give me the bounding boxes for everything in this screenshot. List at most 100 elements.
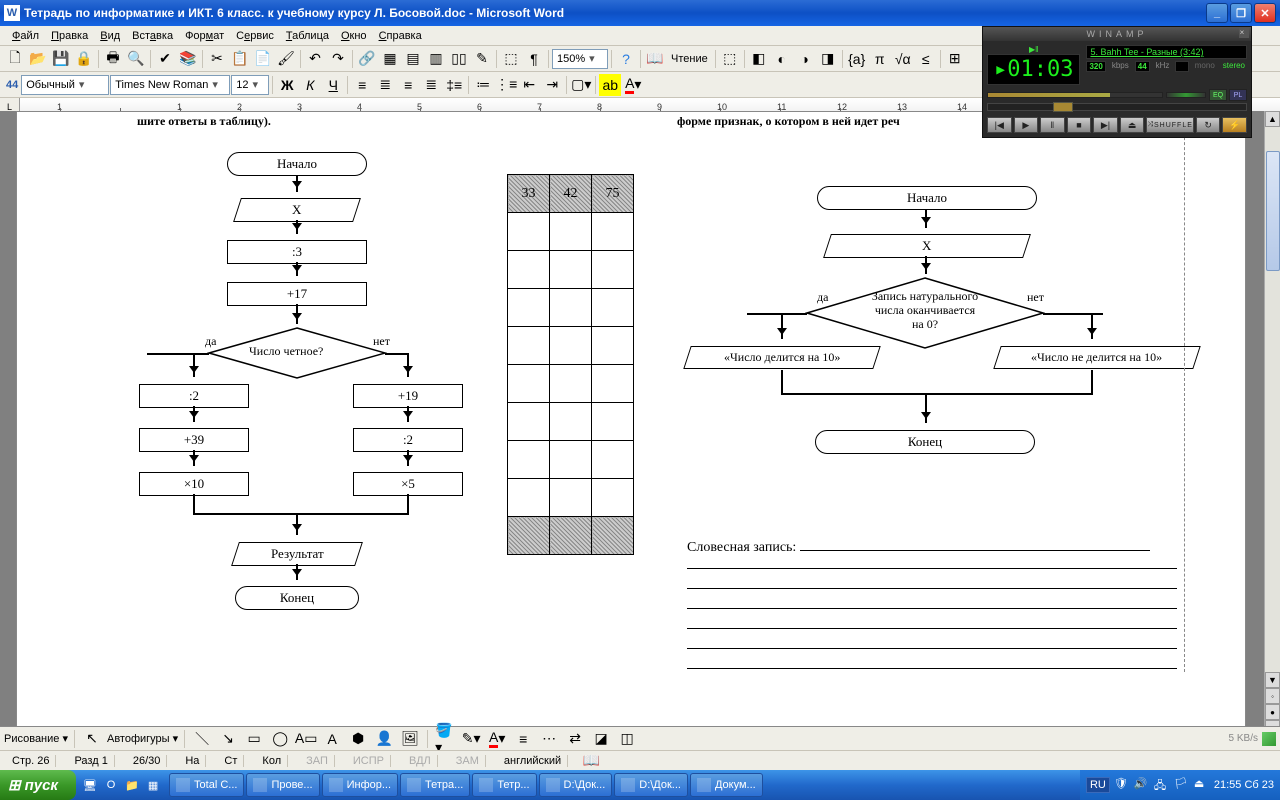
copy-icon[interactable]: 📋 [229,48,251,70]
prev-page-icon[interactable]: ◦ [1265,688,1280,704]
hyperlink-icon[interactable]: 🔗 [356,48,378,70]
line-style-icon[interactable]: ≡ [512,728,534,750]
spellcheck-icon[interactable]: ✔ [154,48,176,70]
formula5-icon[interactable]: ⊞ [944,48,966,70]
math2-icon[interactable]: ◐ [771,48,793,70]
align-center-icon[interactable]: ≣ [374,74,396,96]
tray-shield-icon[interactable]: 🛡 [1114,777,1130,793]
formula2-icon[interactable]: π [869,48,891,70]
winamp-repeat-icon[interactable]: ↻ [1196,117,1221,133]
italic-icon[interactable]: К [299,74,321,96]
columns-icon[interactable]: ▯▯ [448,48,470,70]
extra1-icon[interactable]: ⬚ [719,48,741,70]
start-button[interactable]: ⊞пуск [0,770,76,800]
permissions-icon[interactable]: 🔒 [73,48,95,70]
math1-icon[interactable]: ◧ [748,48,770,70]
ql-desktop-icon[interactable]: 🖥 [80,774,100,796]
document-page[interactable]: шите ответы в таблицу). форме признак, о… [16,111,1246,748]
tray-clock[interactable]: 21:55 Сб 23 [1214,779,1274,791]
task-item[interactable]: Тетра... [400,773,470,797]
reading-icon[interactable]: 📖 [644,48,666,70]
redo-icon[interactable]: ↷ [327,48,349,70]
browse-object-icon[interactable]: ● [1265,704,1280,720]
fill-color-icon[interactable]: 🪣▾ [434,728,456,750]
winamp-progress[interactable] [987,103,1247,111]
menu-file[interactable]: Файл [6,28,45,44]
outdent-icon[interactable]: ⇤ [518,74,540,96]
research-icon[interactable]: 📚 [177,48,199,70]
drawing-icon[interactable]: ✎ [471,48,493,70]
menu-window[interactable]: Окно [335,28,373,44]
winamp-pl-button[interactable]: PL [1229,89,1247,101]
menu-help[interactable]: Справка [373,28,428,44]
task-item[interactable]: Прове... [246,773,319,797]
docmap-icon[interactable]: ⬚ [500,48,522,70]
math3-icon[interactable]: ◑ [794,48,816,70]
tray-flag-icon[interactable]: 🏳 [1174,777,1190,793]
formula4-icon[interactable]: ≤ [915,48,937,70]
task-item[interactable]: D:\Док... [539,773,613,797]
numbering-icon[interactable]: ≔ [472,74,494,96]
wordart-icon[interactable]: A [321,728,343,750]
maximize-button[interactable]: ❐ [1230,3,1252,23]
menu-service[interactable]: Сервис [230,28,280,44]
winamp-stop-icon[interactable]: ■ [1067,117,1092,133]
bullets-icon[interactable]: ⋮≡ [495,74,517,96]
font-combo[interactable]: Times New Roman▾ [110,75,230,95]
winamp-track[interactable]: 5. Bahh Tee - Разные (3:42) [1086,45,1247,59]
align-justify-icon[interactable]: ≣ [420,74,442,96]
new-doc-icon[interactable]: 🗋 [4,48,26,70]
winamp-prev-icon[interactable]: |◀ [987,117,1012,133]
task-item[interactable]: Тетр... [472,773,536,797]
rect-icon[interactable]: ▭ [243,728,265,750]
align-right-icon[interactable]: ≡ [397,74,419,96]
cut-icon[interactable]: ✂ [206,48,228,70]
textbox-icon[interactable]: A▭ [295,728,317,750]
task-item[interactable]: Total C... [169,773,244,797]
menu-format[interactable]: Формат [179,28,230,44]
ql-folder-icon[interactable]: 📁 [122,774,142,796]
tray-usb-icon[interactable]: ⏏ [1194,777,1210,793]
ql-app-icon[interactable]: ▦ [143,774,163,796]
math4-icon[interactable]: ◨ [817,48,839,70]
autoshapes-menu[interactable]: Автофигуры ▾ [107,732,178,745]
preview-icon[interactable]: 🔍 [125,48,147,70]
winamp-titlebar[interactable]: WINAMP× [983,27,1251,41]
print-icon[interactable]: 🖶 [102,48,124,70]
open-icon[interactable]: 📂 [27,48,49,70]
select-icon[interactable]: ↖ [81,728,103,750]
task-item[interactable]: Инфор... [322,773,398,797]
tray-network-icon[interactable]: 🖧 [1154,777,1170,793]
help-icon[interactable]: ? [615,48,637,70]
3d-icon[interactable]: ◫ [616,728,638,750]
winamp-pause-icon[interactable]: ‖ [1040,117,1065,133]
arrow-style-icon[interactable]: ⇄ [564,728,586,750]
reading-label[interactable]: Чтение [667,53,712,65]
winamp-close-icon[interactable]: × [1239,28,1249,38]
dash-style-icon[interactable]: ⋯ [538,728,560,750]
underline-icon[interactable]: Ч [322,74,344,96]
bold-icon[interactable]: Ж [276,74,298,96]
line-icon[interactable]: ＼ [191,728,213,750]
winamp-volume-slider[interactable] [987,92,1163,98]
paste-icon[interactable]: 📄 [252,48,274,70]
winamp-next-icon[interactable]: ▶| [1093,117,1118,133]
format-painter-icon[interactable]: 🖌 [275,48,297,70]
clipart-icon[interactable]: 👤 [373,728,395,750]
status-book-icon[interactable]: 📖 [580,750,602,772]
arrow-tool-icon[interactable]: ↘ [217,728,239,750]
tables-borders-icon[interactable]: ▦ [379,48,401,70]
vertical-scrollbar[interactable]: ▲ ▼ ◦ ● ◦ [1264,111,1280,748]
excel-icon[interactable]: ▥ [425,48,447,70]
size-combo[interactable]: 12▾ [231,75,269,95]
scroll-up-icon[interactable]: ▲ [1265,111,1280,127]
minimize-button[interactable]: _ [1206,3,1228,23]
winamp-shuffle-button[interactable]: ⤨ SHUFFLE [1146,117,1194,133]
winamp-balance-slider[interactable] [1166,92,1206,98]
winamp-play-icon[interactable]: ▶ [1014,117,1039,133]
font-color2-icon[interactable]: A▾ [486,728,508,750]
formula3-icon[interactable]: √α [892,48,914,70]
task-item[interactable]: Докум... [690,773,763,797]
insert-table-icon[interactable]: ▤ [402,48,424,70]
oval-icon[interactable]: ◯ [269,728,291,750]
